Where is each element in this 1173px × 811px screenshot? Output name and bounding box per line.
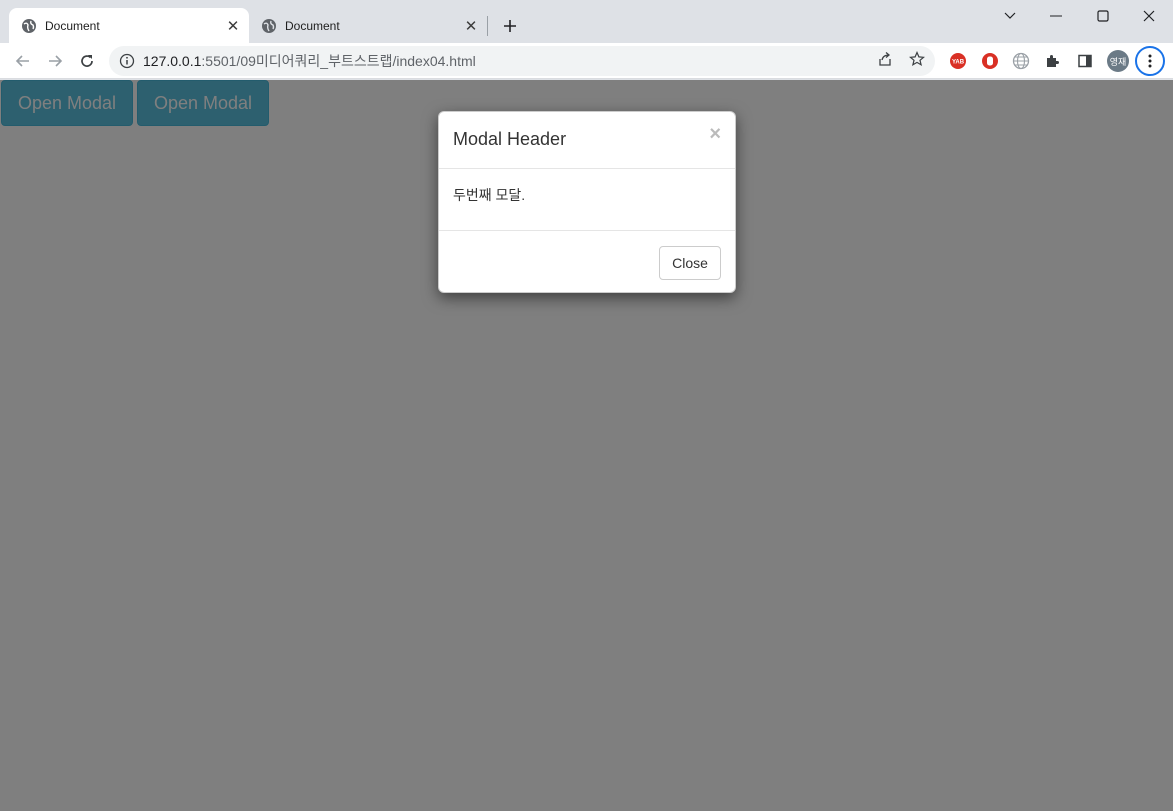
url-path: :5501/09미디어쿼리_부트스트랩/index04.html [201,53,476,69]
modal-dialog: Modal Header × 두번째 모달. Close [438,111,736,293]
modal-body-text: 두번째 모달. [453,187,526,203]
close-icon[interactable]: ✕ [463,18,479,35]
browser-titlebar: Document ✕ Document ✕ [0,0,1173,43]
close-button[interactable]: Close [659,246,721,280]
tab-document-active[interactable]: Document ✕ [9,8,249,43]
side-panel-icon[interactable] [1076,52,1094,70]
maximize-icon[interactable] [1080,0,1126,32]
plus-icon[interactable] [498,14,522,38]
svg-text:YAB: YAB [952,60,965,66]
yab-extension-icon[interactable]: YAB [949,52,967,70]
tab-title: Document [45,18,100,33]
modal-title: Modal Header [453,129,567,149]
share-icon[interactable] [876,50,894,68]
tab-separator [487,16,488,36]
url-text: 127.0.0.1:5501/09미디어쿼리_부트스트랩/index04.htm… [143,51,476,71]
close-icon[interactable]: ✕ [225,18,241,35]
kebab-menu-icon[interactable] [1135,46,1165,76]
reload-icon[interactable] [75,49,99,73]
star-icon[interactable] [908,50,926,68]
adblock-hand-icon[interactable] [981,52,999,70]
globe-icon [261,18,277,34]
url-host: 127.0.0.1 [143,53,202,69]
arrow-right-icon[interactable] [43,49,67,73]
chevron-down-icon[interactable] [987,0,1033,32]
page-viewport: Open Modal Open Modal Modal Header × 두번째… [0,80,1173,811]
address-bar[interactable]: 127.0.0.1:5501/09미디어쿼리_부트스트랩/index04.htm… [109,46,935,76]
modal-header: Modal Header × [439,112,735,169]
browser-toolbar: 127.0.0.1:5501/09미디어쿼리_부트스트랩/index04.htm… [0,43,1173,79]
modal-footer: Close [439,230,735,294]
tab-title: Document [285,18,340,33]
puzzle-icon[interactable] [1044,52,1062,70]
modal-body: 두번째 모달. [439,169,735,230]
minimize-icon[interactable] [1033,0,1079,32]
close-window-icon[interactable] [1126,0,1172,32]
close-icon[interactable]: × [709,124,721,144]
tab-document-inactive[interactable]: Document ✕ [249,8,487,43]
arrow-left-icon[interactable] [11,49,35,73]
info-icon[interactable] [119,53,135,69]
profile-avatar[interactable]: 영재 [1107,50,1129,72]
globe-icon [21,18,37,34]
globe-extension-icon[interactable] [1012,52,1030,70]
